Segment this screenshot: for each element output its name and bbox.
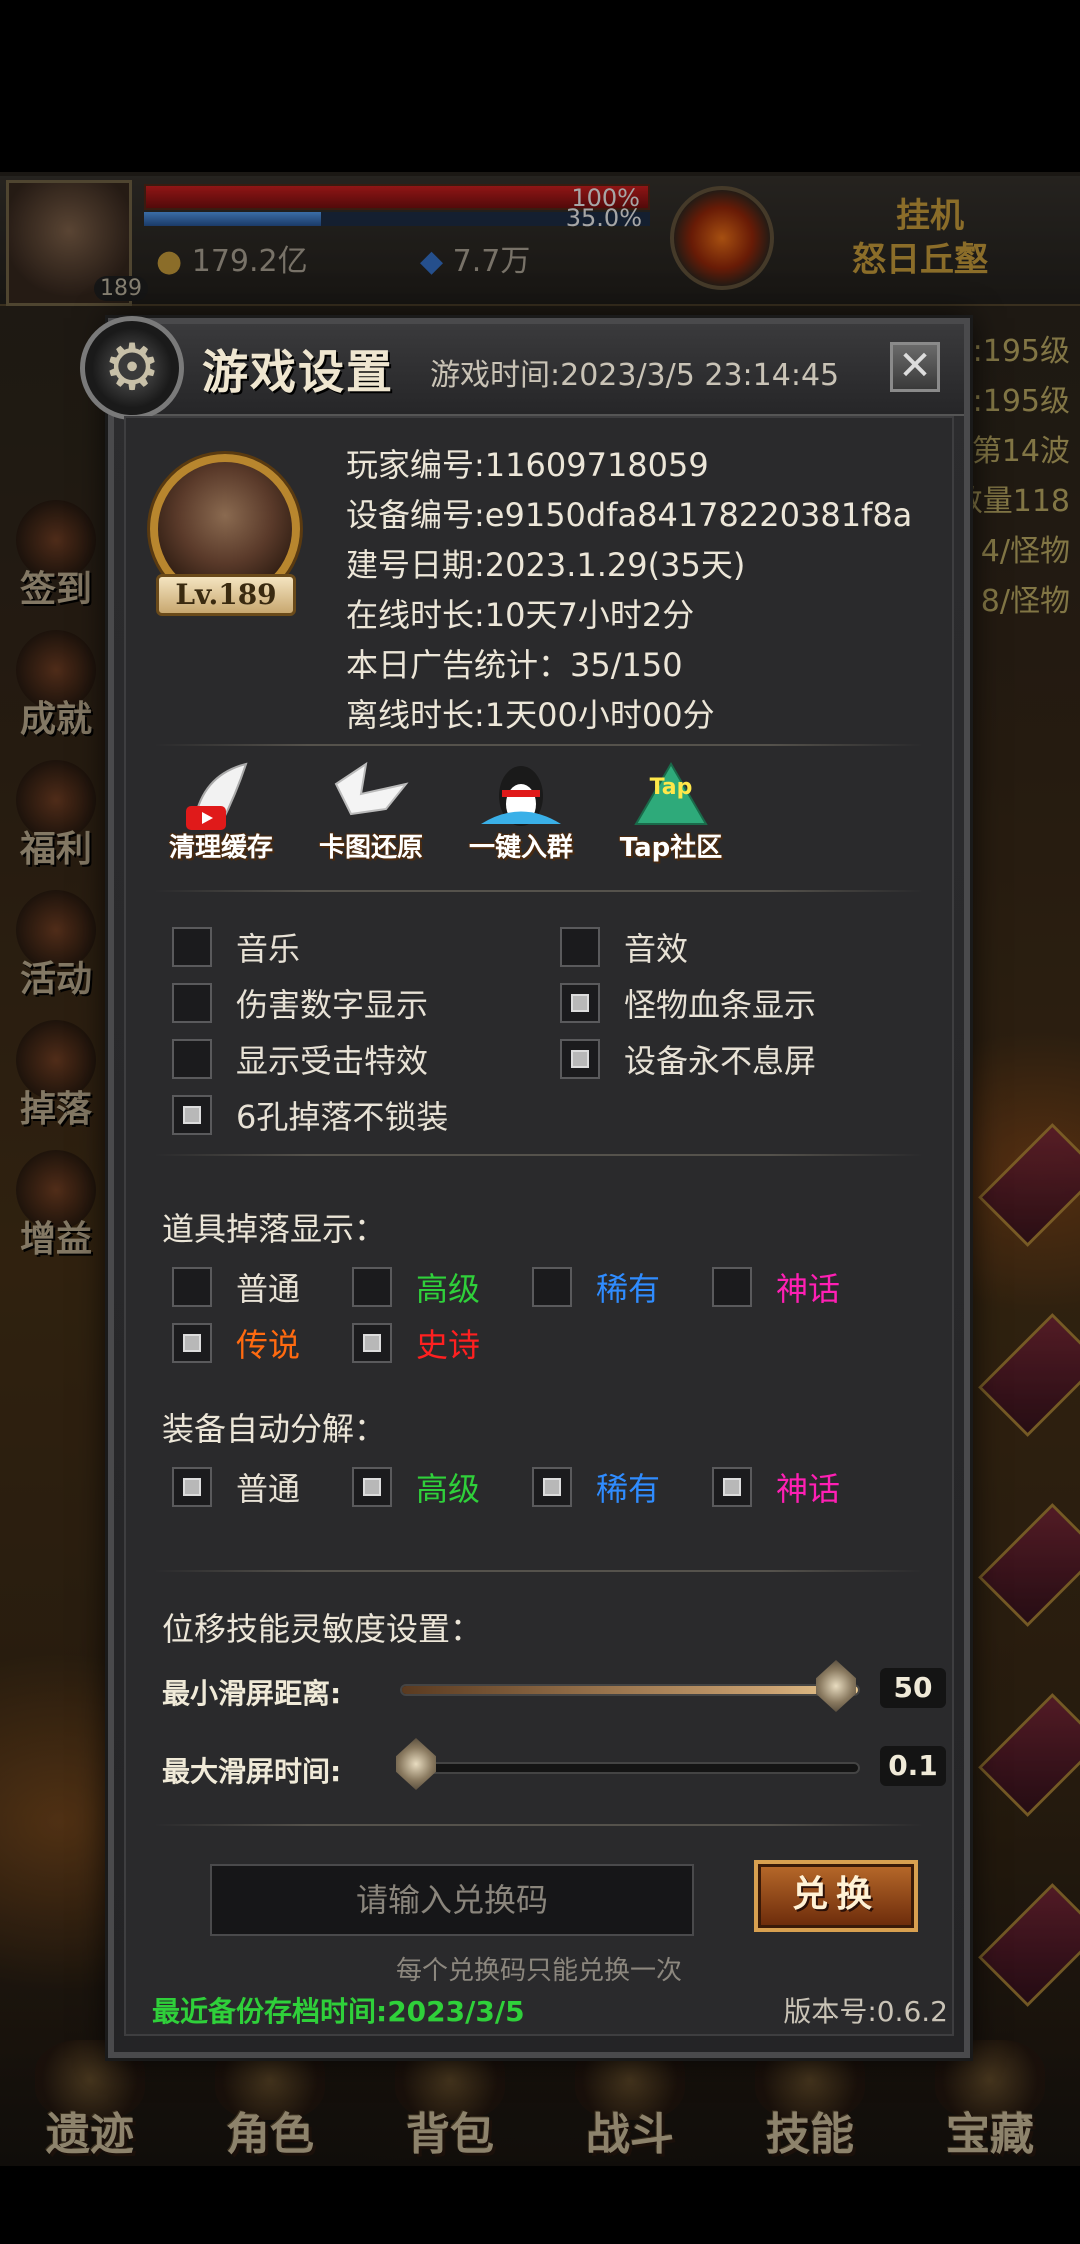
checkbox[interactable] (560, 1039, 600, 1079)
setting-option[interactable]: 音效 (560, 924, 688, 970)
min-distance-label: 最小滑屏距离: (162, 1677, 342, 1710)
setting-option[interactable]: 设备永不息屏 (560, 1036, 816, 1082)
settings-dialog: ⚙ 游戏设置 游戏时间:2023/3/5 23:14:45 ✕ Lv.189 玩… (80, 316, 970, 2058)
sensitivity-title: 位移技能灵敏度设置： (162, 1610, 483, 1648)
drop-option[interactable]: 传说 (172, 1320, 300, 1366)
min-distance-value: 50 (880, 1668, 946, 1708)
option-label: 神话 (776, 1270, 841, 1308)
divider (154, 1824, 924, 1826)
option-label: 伤害数字显示 (236, 986, 429, 1024)
dialog-title: 游戏设置 (202, 345, 394, 399)
checkbox[interactable] (532, 1467, 572, 1507)
backup-time: 最近备份存档时间:2023/3/5 (152, 1995, 525, 2028)
drop-option[interactable]: 史诗 (352, 1320, 480, 1366)
option-label: 高级 (416, 1270, 481, 1308)
drop-display-title: 道具掉落显示： (162, 1210, 387, 1248)
setting-option[interactable]: 伤害数字显示 (172, 980, 428, 1026)
checkbox[interactable] (712, 1267, 752, 1307)
checkbox[interactable] (352, 1467, 392, 1507)
option-label: 稀有 (596, 1270, 661, 1308)
min-distance-slider[interactable] (400, 1684, 860, 1696)
checkbox[interactable] (712, 1467, 752, 1507)
clear-cache-button[interactable]: 清理缓存 (156, 754, 286, 864)
drop-option[interactable]: 普通 (172, 1264, 300, 1310)
redeem-hint: 每个兑换码只能兑换一次 (395, 1956, 682, 1986)
option-label: 显示受击特效 (236, 1042, 429, 1080)
drop-option[interactable]: 神话 (712, 1264, 840, 1310)
profile-info-line: 在线时长:10天7小时2分 (346, 596, 695, 634)
restore-map-label: 卡图还原 (318, 833, 423, 863)
option-label: 6孔掉落不锁装 (236, 1098, 449, 1136)
checkbox[interactable] (172, 983, 212, 1023)
checkbox[interactable] (172, 1323, 212, 1363)
option-label: 史诗 (416, 1326, 481, 1364)
profile-info-line: 本日广告统计：35/150 (346, 646, 683, 684)
tap-badge: Tap (650, 775, 693, 800)
dove-icon (334, 761, 409, 816)
divider (154, 744, 924, 746)
decompose-option[interactable]: 高级 (352, 1464, 480, 1510)
option-label: 音乐 (236, 930, 301, 968)
tap-community-label: Tap社区 (619, 833, 723, 863)
drop-option[interactable]: 稀有 (532, 1264, 660, 1310)
decompose-option[interactable]: 普通 (172, 1464, 300, 1510)
setting-option[interactable]: 怪物血条显示 (560, 980, 816, 1026)
drop-option[interactable]: 高级 (352, 1264, 480, 1310)
dialog-title-bar: ⚙ 游戏设置 游戏时间:2023/3/5 23:14:45 ✕ (80, 316, 964, 420)
auto-decompose-title: 装备自动分解： (162, 1410, 387, 1448)
checkbox[interactable] (172, 1267, 212, 1307)
gear-icon: ⚙ (80, 316, 184, 420)
min-distance-fill (402, 1686, 858, 1694)
clear-cache-label: 清理缓存 (168, 833, 273, 863)
checkbox[interactable] (172, 1467, 212, 1507)
profile-info-line: 离线时长:1天00小时00分 (346, 696, 715, 734)
option-label: 普通 (236, 1470, 301, 1508)
max-time-value: 0.1 (880, 1746, 946, 1786)
join-group-button[interactable]: 一键入群 (456, 754, 586, 864)
redeem-code-input[interactable] (210, 1864, 694, 1936)
decompose-option[interactable]: 神话 (712, 1464, 840, 1510)
checkbox[interactable] (352, 1267, 392, 1307)
profile-info-line: 建号日期:2023.1.29(35天) (346, 546, 746, 584)
checkbox[interactable] (172, 927, 212, 967)
restore-map-button[interactable]: 卡图还原 (306, 754, 436, 864)
checkbox[interactable] (560, 983, 600, 1023)
setting-option[interactable]: 6孔掉落不锁装 (172, 1092, 448, 1138)
broom-icon (186, 762, 248, 830)
option-label: 怪物血条显示 (624, 986, 817, 1024)
game-time: 游戏时间:2023/3/5 23:14:45 (430, 358, 840, 393)
penguin-icon (481, 766, 561, 826)
tap-community-icon: Tap (634, 762, 708, 825)
divider (154, 1154, 924, 1156)
option-label: 普通 (236, 1270, 301, 1308)
decompose-option[interactable]: 稀有 (532, 1464, 660, 1510)
option-label: 设备永不息屏 (624, 1042, 817, 1080)
checkbox[interactable] (532, 1267, 572, 1307)
checkbox[interactable] (560, 927, 600, 967)
setting-option[interactable]: 音乐 (172, 924, 300, 970)
profile-info-line: 玩家编号:11609718059 (346, 446, 709, 484)
divider (154, 890, 924, 892)
option-label: 传说 (236, 1326, 301, 1364)
max-time-slider[interactable] (400, 1762, 860, 1774)
join-group-label: 一键入群 (468, 833, 573, 863)
option-label: 音效 (624, 930, 689, 968)
redeem-button[interactable]: 兑换 (754, 1860, 918, 1932)
checkbox[interactable] (172, 1095, 212, 1135)
profile-level-badge: Lv.189 (156, 574, 296, 616)
setting-option[interactable]: 显示受击特效 (172, 1036, 428, 1082)
close-button[interactable]: ✕ (890, 342, 940, 392)
max-time-label: 最大滑屏时间: (162, 1755, 342, 1788)
option-label: 稀有 (596, 1470, 661, 1508)
profile-info-line: 设备编号:e9150dfa84178220381f8a (346, 496, 913, 534)
option-label: 高级 (416, 1470, 481, 1508)
checkbox[interactable] (352, 1323, 392, 1363)
divider (154, 1570, 924, 1572)
checkbox[interactable] (172, 1039, 212, 1079)
option-label: 神话 (776, 1470, 841, 1508)
version-number: 版本号:0.6.2 (783, 1995, 948, 2028)
tap-community-button[interactable]: Tap Tap社区 (606, 754, 736, 864)
